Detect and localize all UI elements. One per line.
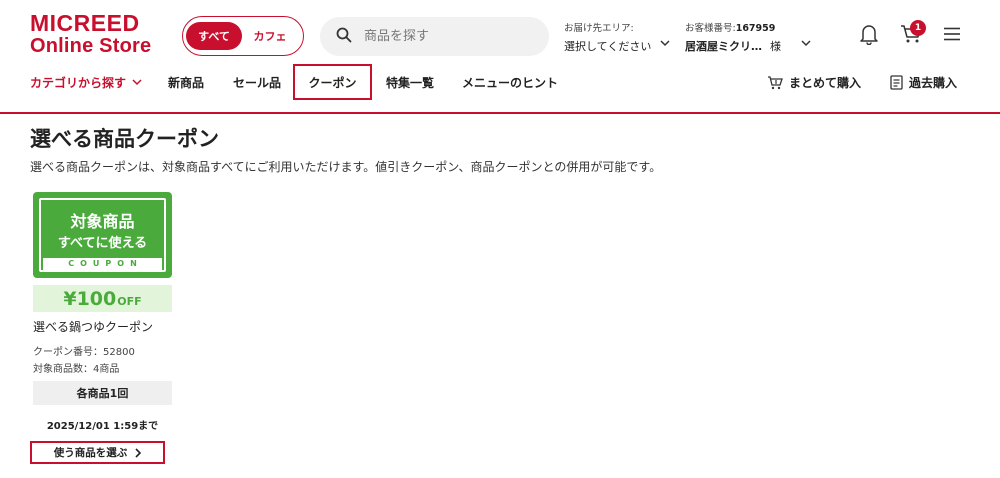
customer-number: お客様番号:167959 xyxy=(685,23,776,34)
nav-bulk-buy-label: まとめて購入 xyxy=(789,75,862,90)
coupon-card: 対象商品 すべてに使える COUPON ¥100 OFF 選べる鍋つゆクーポン … xyxy=(33,192,172,432)
choose-items-button[interactable]: 使う商品を選ぶ xyxy=(30,441,165,464)
logo[interactable]: MICREED Online Store xyxy=(30,10,165,57)
coupon-item-count: 対象商品数：4商品 xyxy=(33,364,120,375)
bulk-cart-icon xyxy=(768,75,783,89)
nav-past-buy[interactable]: 過去購入 xyxy=(890,64,957,100)
coupon-discount: ¥100 OFF xyxy=(33,285,172,312)
bell-icon[interactable] xyxy=(857,22,881,46)
nav-new-items[interactable]: 新商品 xyxy=(168,64,204,100)
page-description: 選べる商品クーポンは、対象商品すべてにご利用いただけます。値引きクーポン、商品ク… xyxy=(30,160,662,174)
nav-features[interactable]: 特集一覧 xyxy=(386,64,434,100)
logo-line1: MICREED xyxy=(30,10,140,36)
main-nav: カテゴリから探す 新商品 セール品 クーポン 特集一覧 メニューのヒント まとめ… xyxy=(0,64,1000,114)
coupon-deadline: 2025/12/01 1:59まで xyxy=(46,421,159,432)
search-input[interactable] xyxy=(364,29,534,44)
list-icon xyxy=(890,74,903,90)
nav-bulk-buy[interactable]: まとめて購入 xyxy=(767,64,861,100)
nav-category[interactable]: カテゴリから探す xyxy=(30,64,142,100)
coupon-image-line2: すべてに使える xyxy=(57,236,148,251)
customer-name: 居酒屋ミクリ… 様 xyxy=(685,40,781,53)
nav-menu-hint[interactable]: メニューのヒント xyxy=(462,64,558,100)
search-icon xyxy=(336,27,352,47)
page-title: 選べる商品クーポン xyxy=(30,127,219,151)
toggle-cafe[interactable]: カフェ xyxy=(242,22,298,50)
store-toggle: すべて カフェ xyxy=(182,16,304,56)
chevron-right-icon xyxy=(135,447,142,458)
nav-coupon[interactable]: クーポン xyxy=(293,64,372,100)
logo-line2: Online Store xyxy=(30,35,152,57)
coupon-meta: クーポン番号：52800 対象商品数：4商品 xyxy=(33,344,172,378)
cart-count-badge: 1 xyxy=(910,20,926,36)
customer-selector[interactable]: お客様番号:167959 居酒屋ミクリ… 様 xyxy=(685,20,815,54)
coupon-image-line1: 対象商品 xyxy=(70,212,135,231)
discount-off: OFF xyxy=(117,295,142,308)
discount-amount: ¥100 xyxy=(63,288,117,310)
hamburger-menu-icon[interactable] xyxy=(940,22,964,46)
area-label: お届け先エリア: xyxy=(564,23,634,34)
chevron-down-icon xyxy=(132,79,142,86)
coupon-usage-limit: 各商品1回 xyxy=(33,381,172,405)
coupon-name: 選べる鍋つゆクーポン xyxy=(33,320,154,334)
chevron-down-icon xyxy=(660,32,670,51)
chevron-down-icon xyxy=(801,32,811,51)
area-value: 選択してください xyxy=(564,40,652,53)
search-bar[interactable] xyxy=(320,17,549,56)
nav-category-label: カテゴリから探す xyxy=(30,75,127,90)
coupon-number: クーポン番号：52800 xyxy=(33,347,135,358)
toggle-all[interactable]: すべて xyxy=(186,22,242,50)
coupon-image-strip: COUPON xyxy=(43,258,162,270)
nav-sale[interactable]: セール品 xyxy=(233,64,281,100)
site-header: MICREED Online Store すべて カフェ お届け先エリア: 選択… xyxy=(0,0,1000,68)
choose-items-label: 使う商品を選ぶ xyxy=(53,447,128,459)
nav-past-buy-label: 過去購入 xyxy=(909,75,958,90)
coupon-image[interactable]: 対象商品 すべてに使える COUPON xyxy=(33,192,172,278)
delivery-area-selector[interactable]: お届け先エリア: 選択してください xyxy=(564,20,674,54)
